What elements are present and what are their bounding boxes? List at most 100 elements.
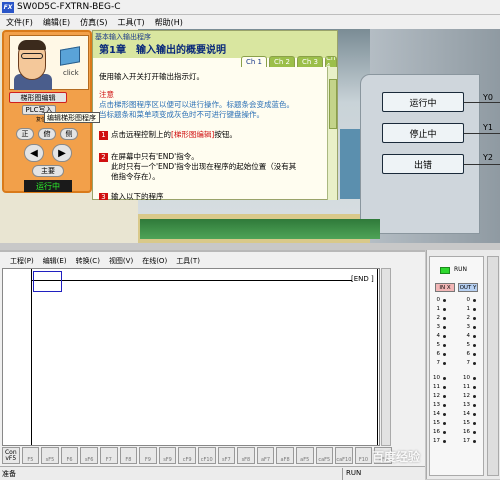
- note-line: 点击梯形图程序区以便可以进行操作。标题条会变成蓝色。: [99, 100, 294, 109]
- fkey-button[interactable]: sF8: [237, 447, 255, 464]
- teacher-avatar[interactable]: click: [9, 35, 89, 90]
- input-led-icon: [443, 413, 446, 416]
- input-number: 5: [436, 342, 441, 348]
- lesson-scrollbar[interactable]: [327, 67, 337, 200]
- y1-label: Y1: [483, 123, 493, 132]
- fkey-convert[interactable]: Con vF5: [2, 447, 20, 464]
- next-arrow-icon[interactable]: ▶: [52, 144, 72, 162]
- fkey-button[interactable]: aF5: [295, 447, 314, 464]
- output-led-icon: [473, 299, 476, 302]
- step-highlight: [梯形图编辑]: [171, 130, 215, 139]
- editor-menu-convert[interactable]: 转换(C): [76, 256, 100, 266]
- status-divider: [342, 468, 343, 480]
- editor-menu-project[interactable]: 工程(P): [10, 256, 34, 266]
- input-number: 4: [436, 333, 441, 339]
- fkey-label: caF10: [336, 457, 352, 463]
- tab-ch3[interactable]: Ch 3: [297, 56, 323, 67]
- output-number: 10: [463, 375, 470, 381]
- output-number: 12: [463, 393, 470, 399]
- output-led-icon: [473, 326, 476, 329]
- editor-scrollbar[interactable]: [381, 268, 391, 446]
- input-led-icon: [443, 431, 446, 434]
- io-side-strip: [487, 256, 499, 476]
- wire: [464, 164, 500, 165]
- fkey-label: F7: [105, 457, 112, 463]
- fkey-button[interactable]: F6: [60, 447, 79, 464]
- output-number: 3: [466, 324, 471, 330]
- fkey-label: sF5: [45, 457, 55, 463]
- fkey-button[interactable]: sF5: [41, 447, 59, 464]
- output-led-icon: [473, 404, 476, 407]
- step-2-line: 他指令存在）。: [111, 172, 160, 181]
- fkey-button[interactable]: cF10: [197, 447, 216, 464]
- fkey-button[interactable]: aF8: [276, 447, 294, 464]
- tab-ch1[interactable]: Ch 1: [241, 56, 267, 67]
- ladder-editor: 工程(P) 编辑(E) 转换(C) 视图(V) 在线(O) 工具(T) [END…: [0, 250, 425, 480]
- menu-help[interactable]: 帮助(H): [155, 17, 183, 28]
- view-top-button[interactable]: 俯: [38, 128, 56, 140]
- ladder-edit-button[interactable]: 梯形图编辑: [9, 92, 67, 103]
- running-indicator: 运行中: [24, 180, 72, 192]
- fkey-label: F6: [66, 457, 73, 463]
- input-number: 14: [433, 411, 440, 417]
- input-led-icon: [443, 386, 446, 389]
- ladder-canvas[interactable]: [END ]: [2, 268, 380, 446]
- fkey-label: sF7: [221, 457, 231, 463]
- fkey-button[interactable]: cF9: [178, 447, 196, 464]
- error-status-button[interactable]: 出错: [382, 154, 464, 174]
- input-number: 6: [436, 351, 441, 357]
- menu-file[interactable]: 文件(F): [6, 17, 33, 28]
- status-ready: 准备: [2, 470, 16, 478]
- edit-cursor[interactable]: [33, 271, 62, 292]
- tab-ch2[interactable]: Ch 2: [269, 56, 295, 67]
- tab-ch4[interactable]: Ch 4: [325, 56, 337, 67]
- editor-menu-tools[interactable]: 工具(T): [176, 256, 200, 266]
- view-side-button[interactable]: 侧: [60, 128, 78, 140]
- scene-ground-strip: [140, 219, 380, 239]
- input-led-icon: [443, 440, 446, 443]
- fkey-button[interactable]: F7: [99, 447, 118, 464]
- y2-label: Y2: [483, 153, 493, 162]
- previous-arrow-icon[interactable]: ◀: [24, 144, 44, 162]
- fkey-button[interactable]: caF10: [335, 447, 353, 464]
- output-number: 7: [466, 360, 471, 366]
- editor-menu-view[interactable]: 视图(V): [109, 256, 133, 266]
- stopped-status-button[interactable]: 停止中: [382, 123, 464, 143]
- fkey-button[interactable]: F10: [354, 447, 373, 464]
- fkey-button[interactable]: F8: [119, 447, 138, 464]
- io-row: 15 15: [433, 420, 476, 426]
- view-front-button[interactable]: 正: [16, 128, 34, 140]
- y0-label: Y0: [483, 93, 493, 102]
- fkey-button[interactable]: F9: [139, 447, 157, 464]
- io-monitor-panel: RUN IN X OUT Y 0 0 1 1 2 2 3 3 4 4 5 5 6 6 7 7 10 10 11 11 1…: [426, 250, 500, 479]
- wire: [464, 133, 500, 134]
- io-row: 22: [433, 315, 476, 321]
- fkey-label: sF8: [241, 457, 251, 463]
- output-number: 13: [463, 402, 470, 408]
- running-status-button[interactable]: 运行中: [382, 92, 464, 112]
- fkey-button[interactable]: aF7: [256, 447, 275, 464]
- output-led-icon: [473, 335, 476, 338]
- io-row: 12 12: [433, 393, 476, 399]
- editor-menu-edit[interactable]: 编辑(E): [43, 256, 67, 266]
- menu-edit[interactable]: 编辑(E): [43, 17, 70, 28]
- input-led-icon: [443, 335, 446, 338]
- menu-simulate[interactable]: 仿真(S): [80, 17, 107, 28]
- tooltip: 编辑梯形图程序: [44, 112, 100, 123]
- io-row: 55: [433, 342, 476, 348]
- fkey-button[interactable]: sF9: [158, 447, 177, 464]
- output-number: 4: [466, 333, 471, 339]
- fx-app-icon: FX: [2, 1, 14, 13]
- editor-menu-online[interactable]: 在线(O): [142, 256, 167, 266]
- menu-tools[interactable]: 工具(T): [117, 17, 144, 28]
- main-menu-button[interactable]: 主要: [32, 165, 64, 177]
- io-row: 14 14: [433, 411, 476, 417]
- fkey-button[interactable]: F5: [21, 447, 40, 464]
- output-led-icon: [473, 353, 476, 356]
- fkey-button[interactable]: sF7: [217, 447, 236, 464]
- fkey-button[interactable]: sF6: [80, 447, 98, 464]
- input-led-icon: [443, 377, 446, 380]
- fkey-button[interactable]: caF5: [315, 447, 334, 464]
- click-hint: click: [63, 69, 79, 77]
- scrollbar-thumb[interactable]: [329, 79, 337, 129]
